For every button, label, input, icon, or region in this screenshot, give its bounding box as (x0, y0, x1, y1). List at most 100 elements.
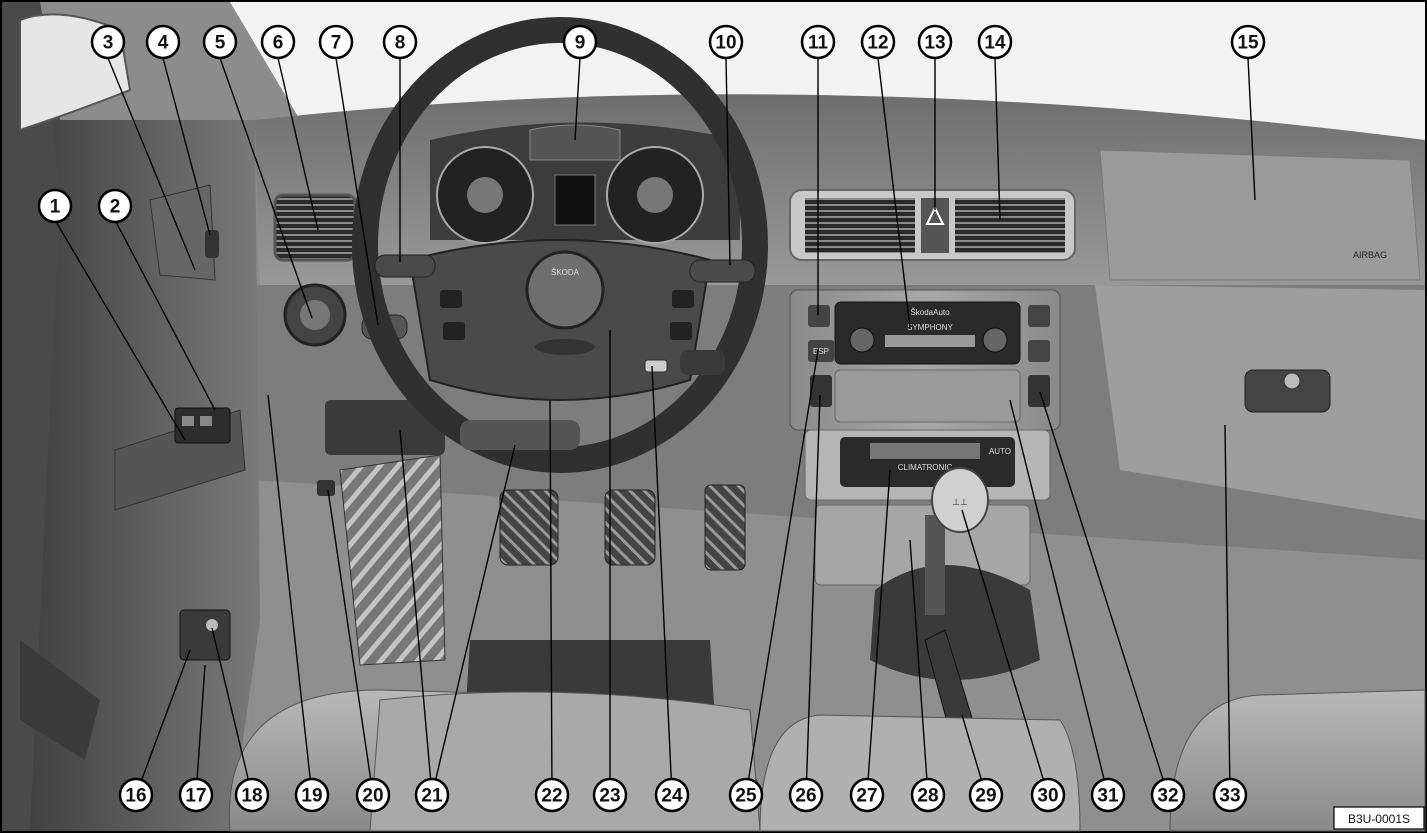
window-switch-left (182, 416, 194, 426)
door-lower-switches (179, 609, 231, 661)
clutch-pedal (499, 489, 559, 566)
gear-shaft (925, 515, 945, 615)
callout-15: 15 (1230, 24, 1266, 60)
horn-pad (535, 339, 595, 355)
callout-13: 13 (917, 24, 953, 60)
callout-number: 13 (924, 33, 945, 54)
callout-14: 14 (977, 24, 1013, 60)
callout-2: 2 (97, 188, 133, 224)
climatronic-label: CLIMATRONIC (898, 463, 953, 472)
callout-number: 31 (1097, 786, 1119, 807)
callout-number: 33 (1219, 786, 1240, 807)
wheel-button-left-2 (443, 322, 465, 340)
callout-number: 26 (795, 786, 816, 807)
callout-31: 31 (1090, 777, 1126, 813)
radio-brand-label: ŠkodaAuto (910, 308, 950, 317)
callout-number: 29 (975, 786, 996, 807)
accelerator-pedal (704, 484, 746, 571)
radio-tune-knob (982, 327, 1008, 353)
seat-heating-right-switch (1028, 375, 1050, 407)
callout-1: 1 (37, 188, 73, 224)
callout-11: 11 (800, 24, 836, 60)
console-switch-right-2 (1028, 340, 1050, 362)
callout-number: 6 (273, 33, 284, 54)
figure-code: B3U-0001S (1348, 812, 1410, 826)
gear-pattern-icon: ⊥⊥ (952, 497, 968, 507)
callout-9: 9 (562, 24, 598, 60)
callout-16: 16 (118, 777, 154, 813)
callout-number: 30 (1037, 786, 1058, 807)
callout-number: 3 (103, 33, 114, 54)
callout-number: 4 (158, 33, 169, 54)
callout-number: 28 (917, 786, 938, 807)
callout-19: 19 (294, 777, 330, 813)
dashboard-diagram: AIRBAG ŠKODA ŠkodaAuto SYMPHONY ESP CLIM… (0, 0, 1427, 833)
callout-30: 30 (1030, 777, 1066, 813)
callout-12: 12 (860, 24, 896, 60)
turn-signal-stalk (374, 254, 436, 278)
callout-21: 21 (414, 777, 450, 813)
callout-33: 33 (1212, 777, 1248, 813)
callout-32: 32 (1150, 777, 1186, 813)
callout-number: 16 (125, 786, 146, 807)
window-switch-right (200, 416, 212, 426)
ignition-lock (680, 350, 725, 375)
callout-number: 20 (362, 786, 383, 807)
callout-number: 24 (661, 786, 683, 807)
callout-6: 6 (260, 24, 296, 60)
wheel-button-left-1 (440, 290, 462, 308)
callout-number: 8 (395, 33, 406, 54)
callout-26: 26 (788, 777, 824, 813)
brake-pedal (604, 489, 656, 566)
callout-number: 18 (241, 786, 262, 807)
rear-window-heater-switch (808, 305, 830, 327)
callout-28: 28 (910, 777, 946, 813)
skoda-logo-icon (525, 250, 605, 330)
callout-10: 10 (708, 24, 744, 60)
callout-number: 15 (1237, 33, 1259, 54)
radio-volume-knob (849, 327, 875, 353)
callout-number: 2 (110, 197, 121, 218)
radio-display (885, 335, 975, 347)
tachometer-hub (467, 177, 503, 213)
callout-4: 4 (145, 24, 181, 60)
callout-number: 12 (867, 33, 888, 54)
callout-3: 3 (90, 24, 126, 60)
climatronic-auto-label: AUTO (989, 447, 1011, 456)
callout-number: 21 (421, 786, 443, 807)
wiper-stalk (689, 259, 756, 283)
callout-27: 27 (849, 777, 885, 813)
callout-number: 5 (215, 33, 226, 54)
steering-column-cover (460, 420, 580, 450)
wheel-button-right-2 (670, 322, 692, 340)
console-switch-right-1 (1028, 305, 1050, 327)
center-vent-right (955, 198, 1065, 253)
callout-8: 8 (382, 24, 418, 60)
door-lock-button (205, 230, 219, 258)
callout-number: 7 (331, 33, 342, 54)
callout-number: 23 (599, 786, 620, 807)
callout-number: 32 (1157, 786, 1178, 807)
callout-20: 20 (355, 777, 391, 813)
callout-number: 10 (715, 33, 736, 54)
callout-number: 25 (735, 786, 757, 807)
glovebox-lock-icon (1283, 372, 1301, 390)
storage-tray (834, 369, 1021, 423)
callout-number: 27 (856, 786, 877, 807)
wheel-button-right-1 (672, 290, 694, 308)
callout-29: 29 (968, 777, 1004, 813)
callout-7: 7 (318, 24, 354, 60)
light-switch-knob (300, 300, 330, 330)
speedometer-hub (637, 177, 673, 213)
callout-number: 9 (575, 33, 586, 54)
callout-5: 5 (202, 24, 238, 60)
ignition-key (644, 359, 668, 373)
callout-17: 17 (178, 777, 214, 813)
passenger-airbag-cover (1099, 149, 1421, 281)
callout-18: 18 (234, 777, 270, 813)
callout-22: 22 (534, 777, 570, 813)
brand-emblem-text: ŠKODA (551, 268, 580, 277)
callout-24: 24 (654, 777, 690, 813)
bonnet-release (317, 480, 335, 496)
callout-number: 1 (50, 197, 61, 218)
